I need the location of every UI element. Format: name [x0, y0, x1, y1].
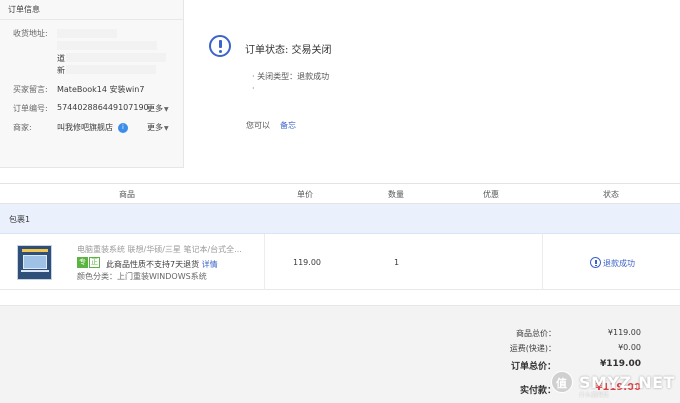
merchant-name[interactable]: 叫我修吧旗舰店	[57, 122, 113, 133]
address-line: 道	[57, 54, 65, 63]
order-status-title: 订单状态: 交易关闭	[245, 45, 332, 56]
watermark-logo-icon: 值	[551, 371, 573, 393]
shipping-label: 运费(快递)：	[509, 344, 556, 353]
col-product: 商品	[119, 190, 135, 199]
col-quantity: 数量	[388, 190, 404, 199]
product-spec: 颜色分类：上门重装WINDOWS系统	[77, 272, 207, 281]
buyer-message: MateBook14 安装win7	[57, 85, 145, 94]
alert-circle-icon	[209, 35, 231, 57]
more-order-button[interactable]: 更多▼	[147, 103, 169, 114]
address-line: 新	[57, 66, 65, 75]
merchant-label: 商家:	[13, 123, 32, 132]
product-title[interactable]: 电脑重装系统 联想/华硕/三星 笔记本/台式全...	[77, 244, 242, 255]
col-state: 状态	[603, 190, 619, 199]
refund-status-link[interactable]: 退款成功	[603, 258, 635, 269]
caret-down-icon: ▼	[164, 106, 169, 113]
order-no-label: 订单编号:	[13, 104, 48, 113]
unit-price: 119.00	[293, 258, 321, 267]
tag-badge: 专	[77, 257, 88, 268]
alert-circle-icon	[590, 257, 601, 268]
quantity: 1	[394, 258, 400, 267]
order-info-panel: 订单信息 收货地址: 道 新 买家留言: MateBook14 安装win7 订…	[0, 0, 184, 168]
close-type: · 关闭类型：退款成功	[252, 72, 330, 81]
redacted-address	[57, 41, 157, 50]
detail-link[interactable]: 详情	[202, 260, 218, 269]
return-policy-note: 此商品性质不支持7天退货 详情	[106, 260, 218, 269]
address-label: 收货地址:	[13, 29, 48, 38]
order-no: 574402886449107190	[57, 103, 149, 112]
status-bullet: ·	[252, 84, 255, 93]
order-info-title: 订单信息	[0, 0, 184, 20]
redacted-address	[57, 29, 117, 38]
more-label: 更多	[147, 104, 163, 113]
column-divider	[542, 234, 543, 290]
caret-down-icon: ▼	[164, 125, 169, 132]
table-header: 商品 单价 数量 优惠 状态	[0, 183, 680, 204]
goods-total: ¥119.00	[607, 328, 641, 337]
column-divider	[264, 234, 265, 290]
order-total: ¥119.00	[600, 359, 641, 369]
chat-icon[interactable]: i	[118, 123, 128, 133]
memo-link[interactable]: 备忘	[280, 120, 296, 131]
more-merchant-button[interactable]: 更多▼	[147, 122, 169, 133]
order-total-label: 订单总价：	[510, 362, 556, 372]
goods-total-label: 商品总价：	[516, 329, 556, 338]
redacted-address	[66, 53, 166, 62]
col-unit-price: 单价	[297, 190, 313, 199]
tag-badge: 正	[89, 257, 100, 268]
product-thumbnail[interactable]	[17, 245, 52, 280]
you-can-label: 您可以	[246, 121, 270, 130]
watermark: 值 SMYZ.NET 什么值得买	[551, 371, 676, 399]
package-row: 包裹1	[0, 204, 680, 234]
watermark-sub: 什么值得买	[579, 392, 610, 399]
more-label: 更多	[147, 123, 163, 132]
redacted-address	[66, 65, 156, 74]
shipping-fee: ¥0.00	[618, 343, 641, 352]
col-discount: 优惠	[483, 190, 499, 199]
buyer-message-label: 买家留言:	[13, 85, 48, 94]
package-label: 包裹1	[9, 215, 31, 224]
